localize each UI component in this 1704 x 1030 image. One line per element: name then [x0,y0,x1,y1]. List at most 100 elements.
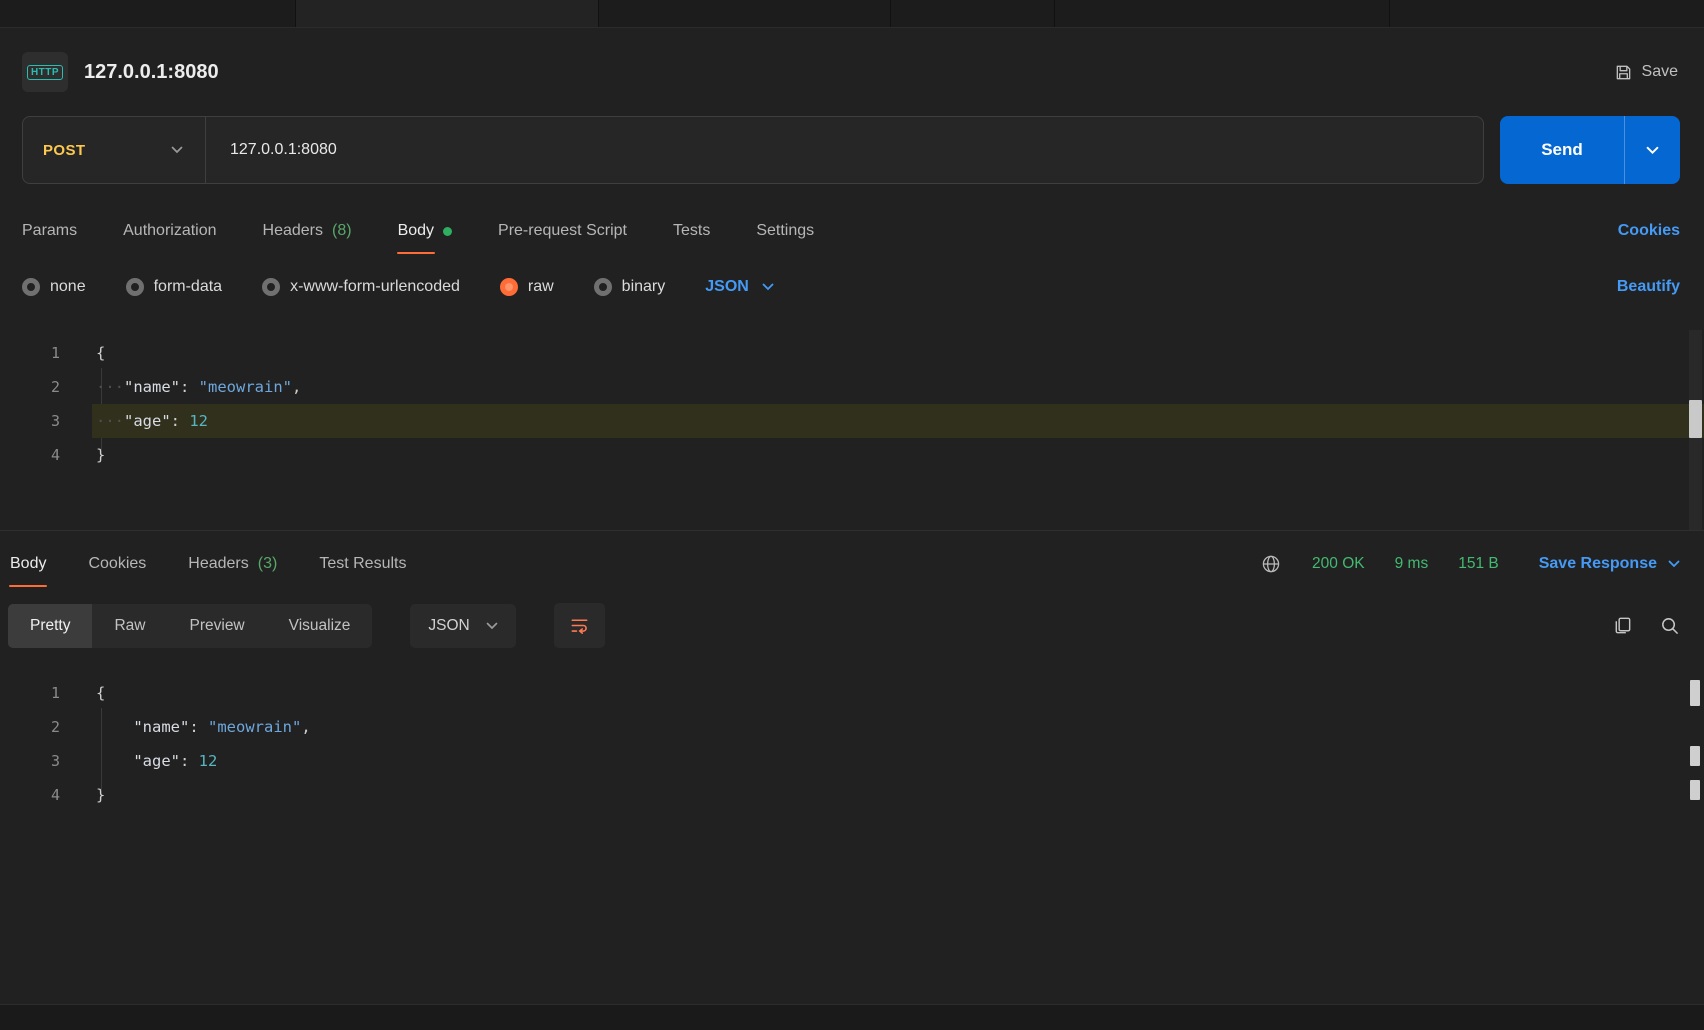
tab-body[interactable]: Body [398,212,452,250]
view-visualize-button[interactable]: Visualize [267,604,373,648]
url-row: POST Send [22,116,1680,184]
chevron-down-icon [1668,560,1680,568]
tab-headers[interactable]: Headers (8) [263,212,352,250]
code-line[interactable]: 2 "name": "meowrain", [0,710,1704,744]
cookies-link[interactable]: Cookies [1618,222,1680,240]
send-options-button[interactable] [1624,116,1680,184]
http-protocol-icon: HTTP [22,52,68,92]
method-label: POST [43,142,85,159]
http-icon-label: HTTP [27,65,63,80]
tab-tests[interactable]: Tests [673,212,710,250]
response-toolbar: Pretty Raw Preview Visualize JSON [8,603,1680,648]
code-line[interactable]: 2 ···"name": "meowrain", [0,370,1704,404]
line-number: 3 [0,744,60,778]
body-type-x-www-form-urlencoded[interactable]: x-www-form-urlencoded [262,278,460,296]
body-type-row: none form-data x-www-form-urlencoded raw… [22,266,1680,308]
copy-button[interactable] [1612,615,1633,636]
response-tab-body[interactable]: Body [10,545,46,583]
workspace-tab-strip [0,0,1704,28]
line-number: 4 [0,438,60,472]
body-type-binary[interactable]: binary [594,278,666,296]
radio-icon [594,278,612,296]
status-bar [0,1004,1704,1030]
send-button[interactable]: Send [1500,116,1624,184]
wrap-lines-icon [569,615,590,636]
response-body-viewer[interactable]: 1 { 2 "name": "meowrain", 3 "age": 12 4 … [0,664,1704,932]
save-response-button[interactable]: Save Response [1539,555,1680,573]
line-number: 1 [0,336,60,370]
save-label: Save [1642,63,1678,81]
code-line[interactable]: 4 } [0,778,1704,812]
send-button-group: Send [1500,116,1680,184]
radio-icon [126,278,144,296]
response-tab-cookies[interactable]: Cookies [88,545,146,583]
request-title: 127.0.0.1:8080 [84,61,219,84]
response-tab-headers[interactable]: Headers (3) [188,545,277,583]
response-toolbar-right [1612,615,1680,636]
workspace-tab-active[interactable] [296,0,598,27]
body-language-selector[interactable]: JSON [705,278,774,296]
wrap-lines-button[interactable] [554,603,605,648]
status-badge: 200 OK [1312,555,1365,573]
response-language-selector[interactable]: JSON [410,604,515,648]
line-number: 2 [0,710,60,744]
code-line[interactable]: 1 { [0,676,1704,710]
scrollbar-thumb[interactable] [1689,400,1702,438]
tab-params[interactable]: Params [22,212,77,250]
body-type-raw[interactable]: raw [500,278,554,296]
code-line[interactable]: 3 "age": 12 [0,744,1704,778]
code-line[interactable]: 4 } [0,438,1704,472]
section-divider [0,530,1704,531]
tab-authorization[interactable]: Authorization [123,212,216,250]
headers-count-badge: (8) [332,222,352,240]
view-preview-button[interactable]: Preview [168,604,267,648]
method-selector[interactable]: POST [23,117,205,183]
beautify-link[interactable]: Beautify [1617,278,1680,296]
radio-icon [22,278,40,296]
copy-icon [1612,615,1633,636]
editor-scrollbar[interactable] [1689,330,1702,530]
code-line[interactable]: 1 { [0,336,1704,370]
chevron-down-icon [486,622,498,630]
line-number: 3 [0,404,60,438]
ruler-mark [1690,746,1700,766]
ruler-mark [1690,680,1700,706]
chevron-down-icon [1646,146,1659,155]
response-meta: 200 OK 9 ms 151 B Save Response [1260,553,1680,575]
search-button[interactable] [1659,615,1680,636]
line-number: 2 [0,370,60,404]
url-input[interactable] [206,141,1483,159]
workspace-tab-divider [1389,0,1390,27]
request-header: HTTP 127.0.0.1:8080 Save [0,28,1704,108]
save-icon [1614,63,1633,82]
tab-pre-request-script[interactable]: Pre-request Script [498,212,627,250]
chevron-down-icon [171,146,183,154]
network-globe-icon[interactable] [1260,553,1282,575]
response-view-switch: Pretty Raw Preview Visualize [8,604,372,648]
url-bar: POST [22,116,1484,184]
body-type-form-data[interactable]: form-data [126,278,222,296]
body-modified-dot-icon [443,227,452,236]
response-time: 9 ms [1395,555,1429,573]
radio-selected-icon [500,278,518,296]
workspace-tab-divider [1054,0,1055,27]
chevron-down-icon [762,283,774,291]
workspace-tab-divider [598,0,599,27]
ruler-mark [1690,780,1700,800]
workspace-tab-divider [295,0,296,27]
save-button[interactable]: Save [1614,63,1678,82]
line-number: 4 [0,778,60,812]
body-type-none[interactable]: none [22,278,86,296]
line-number: 1 [0,676,60,710]
view-pretty-button[interactable]: Pretty [8,604,92,648]
tab-settings[interactable]: Settings [756,212,814,250]
view-raw-button[interactable]: Raw [92,604,167,648]
response-tab-test-results[interactable]: Test Results [319,545,406,583]
response-headers-count-badge: (3) [258,555,278,573]
request-body-editor[interactable]: 1 { 2 ···"name": "meowrain", 3 ···"age":… [0,330,1704,530]
search-icon [1659,615,1680,636]
radio-icon [262,278,280,296]
response-size: 151 B [1458,555,1499,573]
code-line-current[interactable]: 3 ···"age": 12 [0,404,1704,438]
request-tabs: Params Authorization Headers (8) Body Pr… [22,210,1680,252]
